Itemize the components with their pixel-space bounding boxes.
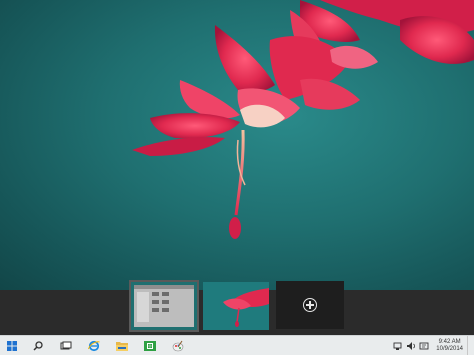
network-icon[interactable] bbox=[393, 341, 403, 351]
folder-icon bbox=[116, 341, 128, 351]
search-icon bbox=[33, 340, 43, 351]
desktop-wallpaper bbox=[0, 0, 474, 290]
show-desktop-button[interactable] bbox=[467, 336, 474, 355]
internet-explorer-icon bbox=[88, 340, 100, 351]
volume-icon[interactable] bbox=[406, 341, 416, 351]
start-button[interactable] bbox=[0, 336, 24, 355]
desktop-2-preview bbox=[203, 282, 269, 330]
virtual-desktop-1-thumbnail[interactable] bbox=[129, 280, 199, 332]
paint-button[interactable] bbox=[164, 336, 192, 355]
action-center-icon[interactable] bbox=[419, 341, 429, 351]
clock-time: 9:42 AM bbox=[438, 338, 461, 345]
task-view-button[interactable] bbox=[52, 336, 80, 355]
virtual-desktop-2-thumbnail[interactable] bbox=[201, 280, 271, 332]
task-view-bar bbox=[0, 280, 474, 335]
clock-date: 10/9/2014 bbox=[436, 345, 463, 352]
search-button[interactable] bbox=[24, 336, 52, 355]
flower-wallpaper bbox=[132, 0, 474, 239]
desktop-1-preview bbox=[131, 282, 197, 330]
internet-explorer-button[interactable] bbox=[80, 336, 108, 355]
add-desktop-button[interactable] bbox=[276, 281, 344, 329]
store-icon bbox=[144, 341, 156, 351]
file-explorer-button[interactable] bbox=[108, 336, 136, 355]
plus-icon bbox=[303, 298, 317, 312]
paint-icon bbox=[172, 340, 184, 351]
windows-logo-icon bbox=[7, 340, 17, 351]
store-button[interactable] bbox=[136, 336, 164, 355]
taskbar: 9:42 AM 10/9/2014 bbox=[0, 335, 474, 355]
task-view-icon bbox=[60, 341, 72, 349]
clock[interactable]: 9:42 AM 10/9/2014 bbox=[436, 339, 463, 353]
system-tray: 9:42 AM 10/9/2014 bbox=[393, 336, 474, 355]
